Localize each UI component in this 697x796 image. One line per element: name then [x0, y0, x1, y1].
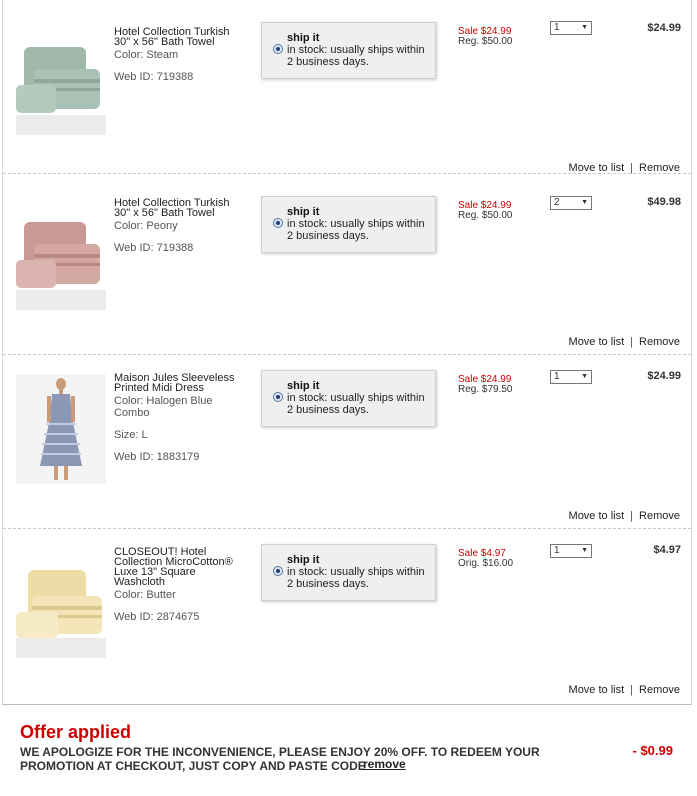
link-divider: |: [630, 510, 634, 522]
product-web-id: Web ID: 719388: [114, 71, 194, 83]
regular-price: Reg. $79.50: [458, 384, 513, 395]
remove-link[interactable]: Remove: [639, 336, 680, 348]
remove-link[interactable]: Remove: [639, 510, 680, 522]
shipping-option-description: in stock: usually ships within 2 busines…: [287, 566, 425, 590]
price-block: Sale $4.97 Orig. $16.00: [458, 549, 513, 569]
shopping-bag-list: Hotel Collection Turkish 30" x 56" Bath …: [2, 0, 692, 705]
move-to-list-link[interactable]: Move to list: [569, 684, 625, 696]
product-web-id: Web ID: 2874675: [114, 611, 200, 623]
product-web-id: Web ID: 719388: [114, 242, 194, 254]
product-image[interactable]: [16, 25, 106, 135]
original-price: Orig. $16.00: [458, 558, 514, 569]
price-block: Sale $24.99 Reg. $50.00: [458, 27, 513, 47]
dropdown-arrow-icon: ▼: [581, 373, 588, 380]
line-total: $24.99: [647, 370, 681, 382]
product-web-id: Web ID: 1883179: [114, 451, 200, 463]
cart-item: Hotel Collection Turkish 30" x 56" Bath …: [3, 181, 691, 355]
offer-applied-section: Offer applied WE APOLOGIZE FOR THE INCON…: [0, 706, 697, 796]
link-divider: |: [630, 336, 634, 348]
quantity-select[interactable]: 1 ▼: [550, 544, 592, 558]
regular-price: Reg. $50.00: [458, 36, 513, 47]
product-name[interactable]: Hotel Collection Turkish 30" x 56" Bath …: [114, 198, 239, 219]
offer-title: Offer applied: [20, 722, 132, 742]
quantity-value: 1: [554, 545, 560, 556]
price-block: Sale $24.99 Reg. $79.50: [458, 375, 513, 395]
shipping-option-box: ship it in stock: usually ships within 2…: [261, 196, 436, 253]
shipping-option-title: ship it: [287, 206, 320, 218]
radio-selected-icon[interactable]: [273, 44, 283, 54]
dropdown-arrow-icon: ▼: [581, 24, 588, 31]
line-total: $24.99: [647, 22, 681, 34]
shipping-option-title: ship it: [287, 32, 320, 44]
cart-item: CLOSEOUT! Hotel Collection MicroCotton® …: [3, 529, 691, 703]
line-total: $4.97: [653, 544, 681, 556]
product-color: Color: Butter: [114, 589, 176, 601]
shipping-option-box: ship it in stock: usually ships within 2…: [261, 22, 436, 79]
cart-item: Maison Jules Sleeveless Printed Midi Dre…: [3, 355, 691, 529]
regular-price: Reg. $50.00: [458, 210, 513, 221]
shipping-option-box: ship it in stock: usually ships within 2…: [261, 544, 436, 601]
offer-message: WE APOLOGIZE FOR THE INCONVENIENCE, PLEA…: [20, 745, 540, 773]
radio-selected-icon[interactable]: [273, 218, 283, 228]
shipping-option-description: in stock: usually ships within 2 busines…: [287, 44, 425, 68]
product-image[interactable]: [16, 548, 106, 658]
shipping-option-box: ship it in stock: usually ships within 2…: [261, 370, 436, 427]
quantity-select[interactable]: 2 ▼: [550, 196, 592, 210]
quantity-value: 1: [554, 371, 560, 382]
product-color: Color: Peony: [114, 220, 178, 232]
product-color: Color: Halogen Blue Combo: [114, 395, 213, 419]
dropdown-arrow-icon: ▼: [581, 199, 588, 206]
radio-selected-icon[interactable]: [273, 566, 283, 576]
move-to-list-link[interactable]: Move to list: [569, 510, 625, 522]
product-size: Size: L: [114, 429, 148, 441]
shipping-option-title: ship it: [287, 380, 320, 392]
move-to-list-link[interactable]: Move to list: [569, 336, 625, 348]
product-name[interactable]: Hotel Collection Turkish 30" x 56" Bath …: [114, 27, 239, 48]
product-name[interactable]: Maison Jules Sleeveless Printed Midi Dre…: [114, 373, 239, 394]
item-divider: [3, 173, 691, 174]
product-image[interactable]: [16, 200, 106, 310]
line-total: $49.98: [647, 196, 681, 208]
shipping-option-description: in stock: usually ships within 2 busines…: [287, 218, 425, 242]
dropdown-arrow-icon: ▼: [581, 547, 588, 554]
quantity-value: 2: [554, 197, 560, 208]
link-divider: |: [630, 684, 634, 696]
quantity-select[interactable]: 1 ▼: [550, 370, 592, 384]
radio-selected-icon[interactable]: [273, 392, 283, 402]
remove-link[interactable]: Remove: [639, 684, 680, 696]
cart-item: Hotel Collection Turkish 30" x 56" Bath …: [3, 0, 691, 174]
shipping-option-title: ship it: [287, 554, 320, 566]
quantity-value: 1: [554, 22, 560, 33]
offer-remove-link[interactable]: remove: [363, 757, 406, 771]
price-block: Sale $24.99 Reg. $50.00: [458, 201, 513, 221]
quantity-select[interactable]: 1 ▼: [550, 21, 592, 35]
shipping-option-description: in stock: usually ships within 2 busines…: [287, 392, 425, 416]
product-name[interactable]: CLOSEOUT! Hotel Collection MicroCotton® …: [114, 547, 239, 588]
offer-discount-amount: - $0.99: [632, 743, 673, 758]
product-image[interactable]: [16, 374, 106, 484]
product-color: Color: Steam: [114, 49, 179, 61]
